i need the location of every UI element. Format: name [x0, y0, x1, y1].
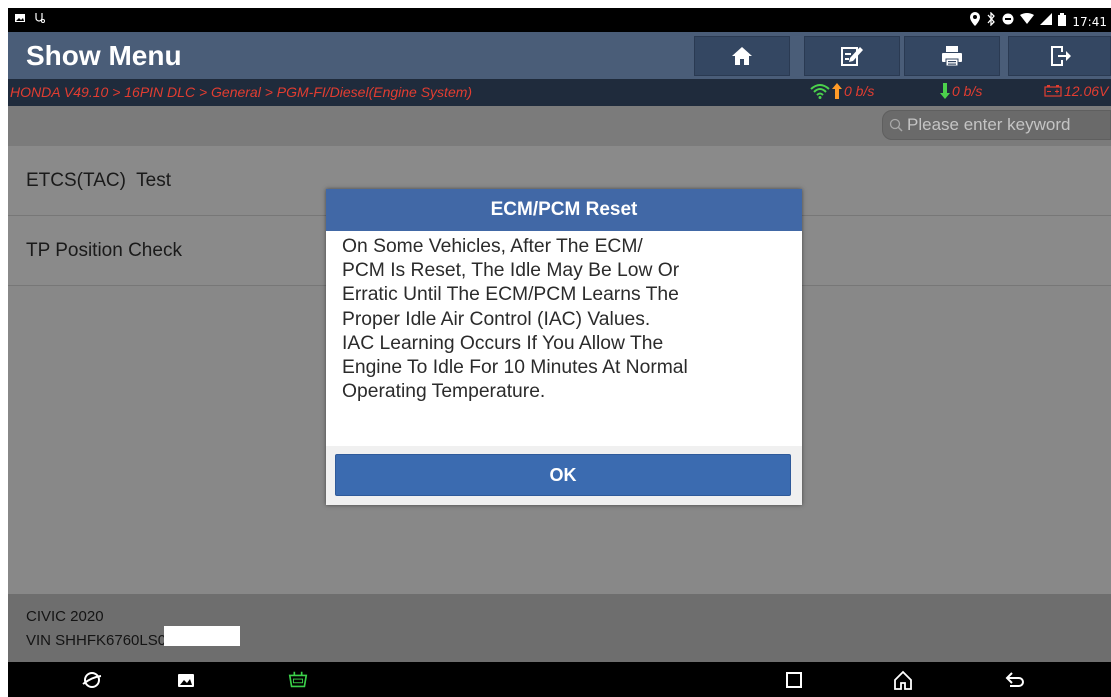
exit-button[interactable] [1008, 36, 1111, 76]
download-rate: 0 b/s [952, 83, 983, 99]
recents-button[interactable] [782, 668, 806, 692]
vehicle-info-footer: CIVIC 2020 VIN SHHFK6760LS000380 [8, 594, 1111, 662]
app-frame: 17:41 Show Menu HONDA V49.10 > 16PIN DLC… [8, 8, 1111, 697]
back-arrow-icon [1005, 672, 1024, 687]
ecm-pcm-reset-dialog: ECM/PCM Reset On Some Vehicles, After Th… [326, 189, 802, 505]
gallery-notification-icon [14, 12, 26, 29]
search-input[interactable] [905, 114, 1109, 136]
top-app-bar: Show Menu [8, 32, 1111, 79]
upload-arrow-icon [832, 83, 842, 99]
search-box[interactable] [882, 110, 1111, 140]
home-button[interactable] [694, 36, 790, 76]
clock: 17:41 [1072, 14, 1107, 29]
dialog-message: On Some Vehicles, After The ECM/ PCM Is … [342, 236, 688, 403]
vehicle-model: CIVIC 2020 [26, 608, 104, 625]
home-outline-icon [894, 670, 912, 690]
edit-icon [841, 47, 863, 66]
page-title: Show Menu [26, 40, 182, 71]
edit-report-button[interactable] [804, 36, 900, 76]
menu-item-label: ETCS(TAC) Test [26, 169, 171, 191]
dialog-footer: OK [326, 446, 802, 505]
dialog-title: ECM/PCM Reset [326, 189, 802, 231]
menu-item-label: TP Position Check [26, 239, 182, 261]
ok-button[interactable]: OK [335, 454, 791, 496]
exit-icon [1050, 46, 1071, 66]
do-not-disturb-icon [1002, 13, 1014, 30]
home-icon [732, 47, 752, 65]
upload-rate: 0 b/s [844, 83, 875, 99]
gallery-shortcut[interactable] [174, 668, 198, 692]
planet-icon [82, 672, 102, 688]
home-nav-button[interactable] [891, 668, 915, 692]
system-navigation-bar [8, 662, 1111, 697]
cell-signal-icon [1040, 13, 1053, 30]
download-arrow-icon [940, 83, 950, 99]
battery-voltage-icon [1044, 85, 1062, 97]
vci-shortcut[interactable] [286, 668, 310, 692]
vin-redaction-box [164, 626, 240, 646]
status-bar: 17:41 [8, 8, 1111, 32]
image-icon [178, 674, 194, 687]
print-icon [942, 46, 962, 67]
back-button[interactable] [1003, 668, 1027, 692]
breadcrumb: HONDA V49.10 > 16PIN DLC > General > PGM… [10, 84, 473, 100]
bluetooth-icon [986, 11, 996, 31]
search-row [8, 106, 1111, 146]
wifi-signal-icon [1020, 13, 1035, 30]
search-icon [889, 118, 903, 132]
breadcrumb-bar: HONDA V49.10 > 16PIN DLC > General > PGM… [8, 79, 1111, 106]
battery-icon [1058, 12, 1067, 31]
diagnostic-notification-icon [34, 12, 46, 29]
vci-connector-icon [288, 671, 308, 688]
browser-shortcut[interactable] [80, 668, 104, 692]
print-button[interactable] [904, 36, 1000, 76]
location-icon [970, 12, 981, 31]
battery-voltage: 12.06V [1064, 83, 1109, 99]
recents-square-icon [786, 672, 802, 688]
wifi-icon [810, 84, 830, 99]
